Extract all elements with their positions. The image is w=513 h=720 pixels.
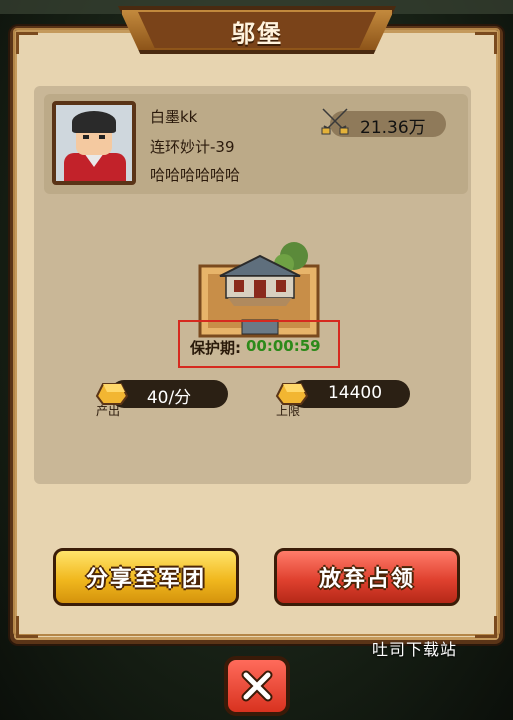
crossed-swords-icon: [321, 108, 349, 135]
corner-ornament: [475, 616, 497, 638]
output-value: 40/分: [146, 388, 192, 408]
corner-ornament: [16, 32, 38, 54]
close-button[interactable]: [224, 656, 290, 716]
share-to-legion-button[interactable]: 分享至军团: [53, 548, 239, 606]
output-tag: 产出: [96, 404, 121, 418]
abandon-occupation-button[interactable]: 放弃占领: [274, 548, 460, 606]
dialog-title: 邬堡: [231, 20, 283, 48]
owner-motto: 哈哈哈哈哈哈: [150, 166, 241, 184]
corner-ornament: [16, 616, 38, 638]
protection-label: 保护期:: [190, 339, 241, 357]
watermark: 吐司下载站: [372, 640, 458, 659]
close-icon: [241, 670, 273, 702]
owner-avatar[interactable]: [52, 101, 136, 185]
capacity-tag: 上限: [276, 404, 301, 418]
capacity-value: 14400: [327, 383, 383, 403]
avatar-eye: [99, 135, 105, 139]
corner-ornament: [475, 32, 497, 54]
owner-skill: 连环妙计-39: [150, 138, 235, 156]
avatar-hair: [72, 111, 116, 133]
power-value: 21.36万: [360, 118, 426, 138]
owner-name: 白墨kk: [150, 108, 198, 126]
avatar-eye: [83, 135, 89, 139]
protection-timer: 00:00:59: [246, 337, 321, 355]
